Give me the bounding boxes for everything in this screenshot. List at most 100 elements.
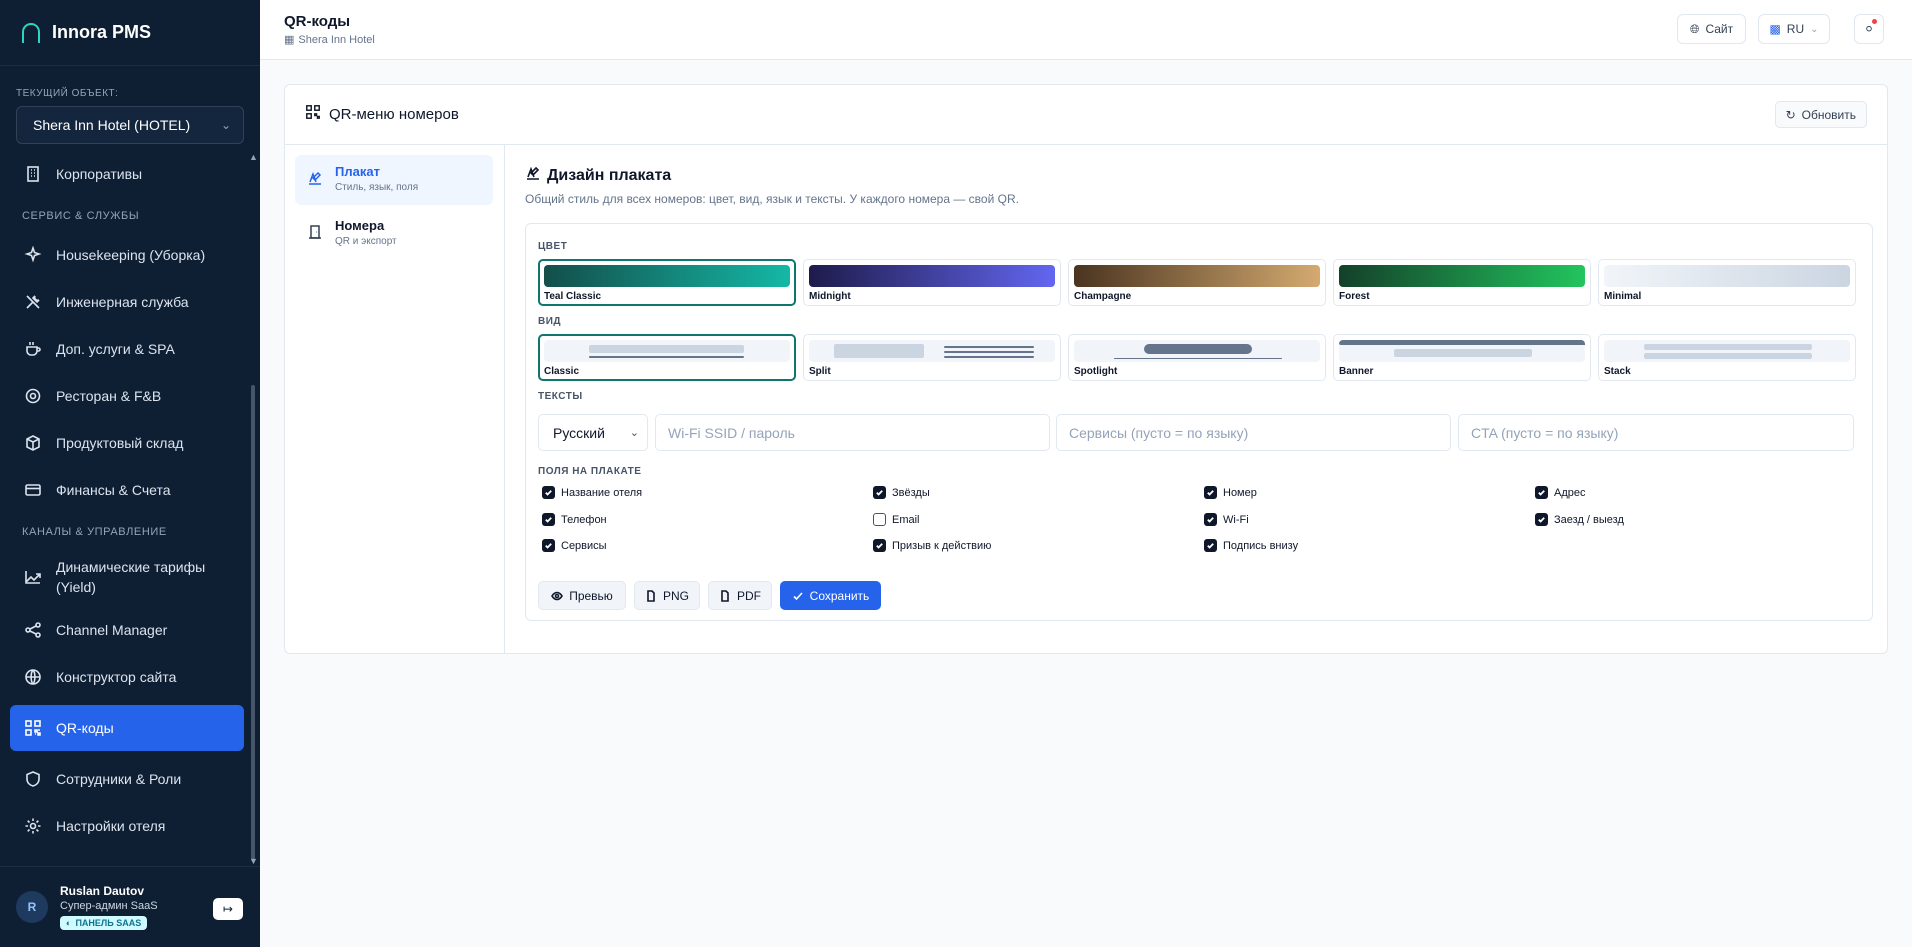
layout-name: Banner — [1339, 366, 1374, 377]
sidebar-item-settings[interactable]: Настройки отеля — [10, 807, 244, 845]
trending-up-icon — [24, 568, 42, 586]
sidebar-item-channel-manager[interactable]: Channel Manager — [10, 611, 244, 649]
field-checkbox[interactable]: Звёзды — [873, 486, 930, 499]
wifi-input[interactable] — [655, 414, 1050, 451]
object-select[interactable]: Shera Inn Hotel (HOTEL) ⌄ — [16, 106, 244, 144]
services-input[interactable] — [1056, 414, 1451, 451]
color-option-minimal[interactable]: Minimal — [1598, 259, 1856, 306]
sidebar-item-yield[interactable]: Динамические тарифы (Yield) — [10, 552, 244, 602]
field-checkbox[interactable]: Название отеля — [542, 486, 642, 499]
tab-poster[interactable]: Плакат Стиль, язык, поля — [295, 155, 493, 205]
layout-section-label: Вид — [538, 316, 562, 327]
checkbox-checked-icon[interactable] — [1535, 486, 1548, 499]
field-checkbox[interactable]: Номер — [1204, 486, 1257, 499]
sidebar-item-corporates[interactable]: Корпоративы — [10, 155, 244, 193]
color-option-champagne[interactable]: Champagne — [1068, 259, 1326, 306]
color-option-midnight[interactable]: Midnight — [803, 259, 1061, 306]
color-preview — [1074, 265, 1320, 287]
door-icon — [307, 224, 323, 240]
language-switcher[interactable]: ▩ RU ⌄ — [1758, 14, 1830, 44]
user-role: Супер-админ SaaS — [60, 899, 158, 912]
qr-code-icon — [305, 104, 321, 125]
language-label: RU — [1786, 22, 1805, 36]
checkbox-checked-icon[interactable] — [873, 539, 886, 552]
site-button-label: Сайт — [1705, 22, 1734, 36]
logout-button[interactable]: ↦ — [213, 898, 243, 920]
card-title: QR-меню номеров — [329, 106, 459, 123]
sidebar-item-staff[interactable]: Сотрудники & Роли — [10, 760, 244, 798]
checkbox-unchecked-icon[interactable] — [873, 513, 886, 526]
field-checkbox[interactable]: Призыв к действию — [873, 539, 991, 552]
field-checkbox-label: Wi-Fi — [1223, 513, 1249, 526]
sidebar-item-label: Продуктовый склад — [56, 435, 184, 451]
sidebar-item-site-builder[interactable]: Конструктор сайта — [10, 658, 244, 696]
scroll-down-icon[interactable]: ▼ — [249, 856, 258, 866]
checkbox-checked-icon[interactable] — [1204, 513, 1217, 526]
field-checkbox[interactable]: Сервисы — [542, 539, 607, 552]
checkbox-checked-icon[interactable] — [542, 486, 555, 499]
color-section-label: Цвет — [538, 241, 568, 252]
refresh-label: Обновить — [1801, 107, 1856, 122]
nav-section-channels: Каналы & управление — [22, 526, 167, 538]
refresh-button[interactable]: ↻ Обновить — [1774, 101, 1867, 128]
layout-option-banner[interactable]: Banner — [1333, 334, 1591, 381]
export-png-button[interactable]: PNG — [634, 581, 700, 610]
sidebar-item-engineering[interactable]: Инженерная служба — [10, 283, 244, 321]
layout-name: Spotlight — [1074, 366, 1118, 377]
sidebar-item-extras[interactable]: Доп. услуги & SPA — [10, 330, 244, 368]
avatar[interactable]: R — [16, 891, 48, 923]
field-checkbox[interactable]: Телефон — [542, 513, 607, 526]
design-description: Общий стиль для всех номеров: цвет, вид,… — [525, 192, 1019, 206]
sidebar-item-finance[interactable]: Финансы & Счета — [10, 471, 244, 509]
checkbox-checked-icon[interactable] — [873, 486, 886, 499]
layout-option-spotlight[interactable]: Spotlight — [1068, 334, 1326, 381]
topbar: QR-коды ▦ Shera Inn Hotel 🌐︎ Сайт ▩ RU ⌄… — [260, 0, 1912, 60]
checkbox-checked-icon[interactable] — [1204, 539, 1217, 552]
palette-icon — [307, 170, 323, 186]
sidebar-item-restaurant[interactable]: Ресторан & F&B — [10, 377, 244, 415]
preview-button[interactable]: Превью — [538, 581, 626, 610]
field-checkbox[interactable]: Подпись внизу — [1204, 539, 1298, 552]
site-button[interactable]: 🌐︎ Сайт — [1677, 14, 1746, 44]
globe-icon: 🌐︎ — [1689, 21, 1700, 36]
color-name: Minimal — [1604, 291, 1642, 302]
sidebar-item-housekeeping[interactable]: Housekeeping (Уборка) — [10, 236, 244, 274]
checkbox-checked-icon[interactable] — [1204, 486, 1217, 499]
sidebar-item-qr[interactable]: QR-коды — [10, 705, 244, 751]
sidebar-item-label: Настройки отеля — [56, 818, 166, 834]
checkbox-checked-icon[interactable] — [542, 513, 555, 526]
settings-tabs: Плакат Стиль, язык, поля Номера QR и экс… — [285, 145, 505, 653]
notifications-button[interactable]: ⚪︎ — [1854, 14, 1884, 44]
saas-panel-label: ПАНЕЛЬ SAAS — [75, 917, 142, 928]
color-option-teal-classic[interactable]: Teal Classic — [538, 259, 796, 306]
sidebar-item-warehouse[interactable]: Продуктовый склад — [10, 424, 244, 462]
layout-name: Classic — [544, 366, 580, 377]
sidebar: Innora PMS Текущий объект: Shera Inn Hot… — [0, 0, 260, 947]
field-checkbox[interactable]: Wi-Fi — [1204, 513, 1249, 526]
layout-option-split[interactable]: Split — [803, 334, 1061, 381]
save-button[interactable]: Сохранить — [780, 581, 881, 610]
poster-language-select[interactable]: Русский ⌄ — [538, 414, 648, 451]
qr-menu-card: QR-меню номеров ↻ Обновить Плакат Стиль,… — [284, 84, 1888, 654]
layout-option-classic[interactable]: Classic — [538, 334, 796, 381]
cta-input[interactable] — [1458, 414, 1854, 451]
saas-panel-badge[interactable]: ◐ ПАНЕЛЬ SAAS — [60, 915, 148, 930]
design-title-text: Дизайн плаката — [547, 166, 672, 184]
tab-rooms[interactable]: Номера QR и экспорт — [295, 209, 493, 259]
brand[interactable]: Innora PMS — [0, 0, 260, 66]
color-option-forest[interactable]: Forest — [1333, 259, 1591, 306]
user-panel: R Ruslan Dautov Супер-админ SaaS ◐ ПАНЕЛ… — [0, 866, 260, 947]
object-select-value: Shera Inn Hotel (HOTEL) — [33, 117, 191, 133]
export-pdf-button[interactable]: PDF — [708, 581, 772, 610]
checkbox-checked-icon[interactable] — [542, 539, 555, 552]
layout-name: Stack — [1604, 366, 1631, 377]
field-checkbox[interactable]: Адрес — [1535, 486, 1586, 499]
layout-option-stack[interactable]: Stack — [1598, 334, 1856, 381]
layout-preview — [1074, 340, 1320, 362]
field-checkbox-label: Звёзды — [892, 486, 930, 499]
shield-icon — [24, 770, 42, 788]
field-checkbox[interactable]: Заезд / выезд — [1535, 513, 1624, 526]
field-checkbox[interactable]: Email — [873, 513, 920, 526]
file-icon — [647, 589, 655, 602]
checkbox-checked-icon[interactable] — [1535, 513, 1548, 526]
